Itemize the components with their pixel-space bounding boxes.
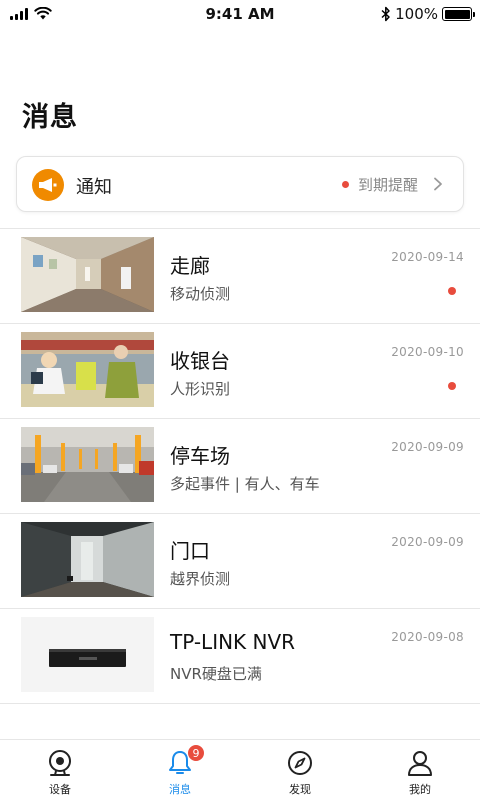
tab-messages[interactable]: 9 消息 (140, 740, 220, 800)
tab-devices[interactable]: 设备 (20, 740, 100, 800)
chevron-right-icon (434, 177, 442, 191)
megaphone-icon (32, 169, 64, 201)
message-subtitle: 人形识别 (170, 380, 231, 398)
message-title: 停车场 (170, 444, 230, 468)
tab-me[interactable]: 我的 (380, 740, 460, 800)
message-subtitle: NVR硬盘已满 (170, 665, 262, 683)
doorway-thumbnail (21, 522, 154, 597)
tab-label: 设备 (49, 783, 71, 796)
message-title: 收银台 (170, 349, 230, 373)
unread-dot (448, 382, 456, 390)
user-icon (408, 751, 432, 776)
message-title: 走廊 (170, 254, 210, 278)
notice-unread-dot (342, 181, 349, 188)
message-subtitle: 多起事件 | 有人、有车 (170, 475, 320, 493)
nvr-device-thumbnail (21, 617, 154, 692)
message-item-corridor[interactable]: 走廊 移动侦测 2020-09-14 (0, 229, 480, 324)
message-title: 门口 (170, 539, 210, 563)
message-date: 2020-09-09 (391, 440, 464, 454)
battery-percent: 100% (395, 5, 438, 23)
tab-label: 发现 (289, 783, 311, 796)
tab-label: 我的 (409, 783, 431, 796)
message-title: TP-LINK NVR (170, 630, 296, 654)
compass-icon (288, 751, 312, 775)
message-subtitle: 越界侦测 (170, 570, 231, 588)
notice-expiry-reminder: 到期提醒 (358, 176, 419, 194)
message-item-nvr[interactable]: TP-LINK NVR NVR硬盘已满 2020-09-08 (0, 609, 480, 704)
cashier-thumbnail (21, 332, 154, 407)
status-bar: 9:41 AM 100% (0, 0, 480, 28)
notice-label: 通知 (76, 177, 112, 198)
camera-icon (49, 750, 71, 776)
message-subtitle: 移动侦测 (170, 285, 231, 303)
tab-label: 消息 (169, 783, 191, 796)
page-title: 消息 (22, 102, 78, 133)
message-date: 2020-09-09 (391, 535, 464, 549)
bottom-tab-bar: 设备 9 消息 发现 我的 (0, 739, 480, 800)
message-item-doorway[interactable]: 门口 越界侦测 2020-09-09 (0, 514, 480, 609)
unread-dot (448, 287, 456, 295)
message-item-parking-lot[interactable]: 停车场 多起事件 | 有人、有车 2020-09-09 (0, 419, 480, 514)
corridor-thumbnail (21, 237, 154, 312)
tab-discover[interactable]: 发现 (260, 740, 340, 800)
unread-count-badge: 9 (187, 744, 205, 762)
battery-icon (442, 7, 475, 21)
message-date: 2020-09-08 (391, 630, 464, 644)
notice-card[interactable]: 通知 到期提醒 (16, 156, 464, 212)
bluetooth-icon (381, 6, 390, 22)
status-bar-right: 100% (381, 5, 475, 23)
message-item-cashier[interactable]: 收银台 人形识别 2020-09-10 (0, 324, 480, 419)
message-date: 2020-09-10 (391, 345, 464, 359)
parking-lot-thumbnail (21, 427, 154, 502)
message-date: 2020-09-14 (391, 250, 464, 264)
